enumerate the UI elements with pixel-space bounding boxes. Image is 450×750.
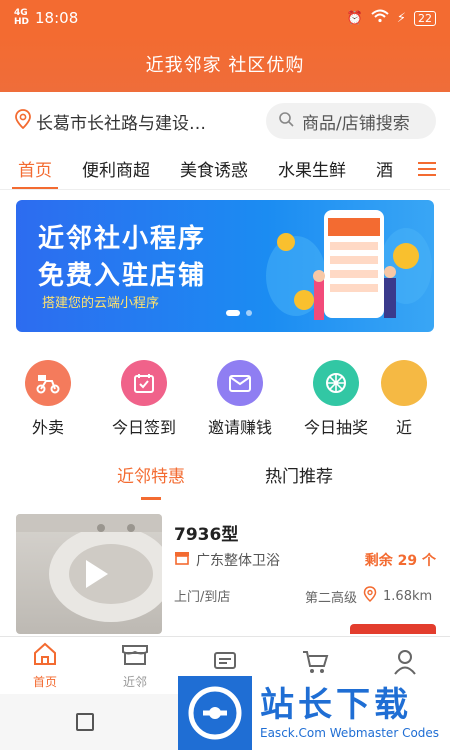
watermark-subtitle: Easck.Com Webmaster Codes (260, 726, 440, 740)
quick-action-label: 邀请赚钱 (207, 418, 272, 437)
banner-subheadline: 免费入驻店铺 (38, 261, 207, 291)
promo-banner[interactable]: 近邻社小程序 免费入驻店铺 搭建您的云端小程序 (16, 200, 434, 332)
tab-label: 便利商超 (82, 161, 150, 181)
tab-label: 首页 (18, 161, 52, 181)
quick-action-takeout[interactable]: 外卖 (0, 360, 96, 440)
quick-action-label: 今日抽奖 (303, 418, 368, 437)
tab-label: 近邻特惠 (117, 467, 185, 487)
nav-label: 近邻 (122, 674, 147, 689)
tab-nearby-deals[interactable]: 近邻特惠 (117, 462, 185, 500)
calendar-check-icon (121, 360, 167, 406)
distance-value: 1.68km (383, 588, 433, 604)
tab-label: 水果生鲜 (278, 161, 346, 181)
shop-info[interactable]: 广东整体卫浴 (174, 550, 280, 570)
search-placeholder: 商品/店铺搜索 (302, 113, 410, 134)
nearby-icon (381, 360, 427, 406)
feed-tabs: 近邻特惠 热门推荐 (0, 462, 450, 500)
store-icon (121, 642, 149, 669)
location-search-row: 长葛市长社路与建设… 商品/店铺搜索 (0, 98, 450, 144)
tab-hot-picks[interactable]: 热门推荐 (265, 462, 333, 500)
lottery-wheel-icon (313, 360, 359, 406)
message-icon (212, 650, 238, 677)
distance-info: 第二高级 1.68km (305, 586, 432, 606)
quick-action-invite[interactable]: 邀请赚钱 (192, 360, 288, 440)
quick-action-lottery[interactable]: 今日抽奖 (288, 360, 384, 440)
delivery-mode: 上门/到店 (174, 590, 231, 605)
location-pin-icon (363, 586, 377, 606)
product-video-thumbnail[interactable] (16, 514, 162, 634)
wifi-icon (371, 9, 389, 27)
tab-home[interactable]: 首页 (12, 148, 58, 189)
quick-action-label: 近 (395, 418, 412, 437)
quick-action-nearby[interactable]: 近 (381, 360, 427, 440)
tab-fresh-fruit[interactable]: 水果生鲜 (278, 148, 346, 189)
home-icon (32, 642, 58, 669)
buy-button[interactable] (350, 624, 436, 634)
level-label: 第二高级 (305, 590, 358, 606)
banner-headline: 近邻社小程序 (38, 224, 207, 254)
scooter-icon (25, 360, 71, 406)
quick-action-label: 外卖 (31, 418, 64, 437)
tab-food[interactable]: 美食诱惑 (180, 148, 248, 189)
stock-remaining: 剩余 29 个 (364, 553, 436, 569)
quick-actions: 外卖 今日签到 邀请赚钱 今日抽奖 近 (0, 360, 450, 440)
network-indicator: 4G HD (14, 8, 30, 27)
envelope-icon (217, 360, 263, 406)
status-bar: 4G HD 18:08 ⏰ ⚡ 22 (0, 0, 450, 36)
shop-name: 广东整体卫浴 (196, 553, 280, 569)
category-tabs: 首页 便利商超 美食诱惑 水果生鲜 酒 (0, 148, 450, 190)
tab-label: 热门推荐 (265, 467, 333, 487)
watermark: 站长下载 Easck.Com Webmaster Codes (178, 676, 450, 750)
search-icon (278, 111, 294, 132)
tab-label: 美食诱惑 (180, 161, 248, 181)
alarm-icon: ⏰ (346, 10, 363, 26)
cart-icon (301, 649, 329, 678)
play-icon[interactable] (74, 554, 114, 594)
user-icon (393, 649, 417, 678)
quick-action-label: 今日签到 (111, 418, 176, 437)
banner-pagination (226, 310, 252, 316)
product-name: 7936型 (174, 525, 239, 545)
quick-action-checkin[interactable]: 今日签到 (96, 360, 192, 440)
battery-indicator: 22 (414, 10, 436, 26)
banner-illustration (266, 210, 432, 320)
location-text: 长葛市长社路与建设… (36, 113, 206, 134)
tab-label: 酒 (376, 161, 393, 181)
recent-apps-icon[interactable] (76, 713, 94, 731)
tab-wine[interactable]: 酒 (376, 148, 393, 189)
store-icon (174, 551, 190, 569)
nav-label: 首页 (32, 674, 57, 689)
status-time: 18:08 (35, 9, 79, 27)
location-pin-icon (14, 108, 32, 134)
page-title: 近我邻家 社区优购 (145, 55, 305, 76)
product-card[interactable]: 7936型 广东整体卫浴 剩余 29 个 上门/到店 第二高级 1.68km (0, 512, 450, 636)
watermark-logo (178, 676, 252, 750)
location-selector[interactable]: 长葛市长社路与建设… (14, 108, 206, 134)
app-header: 近我邻家 社区优购 (0, 36, 450, 92)
search-input[interactable]: 商品/店铺搜索 (266, 103, 436, 139)
nav-nearby[interactable]: 近邻 (90, 637, 180, 694)
banner-tagline: 搭建您的云端小程序 (42, 296, 160, 311)
category-menu-icon[interactable] (404, 148, 450, 189)
tab-convenience-store[interactable]: 便利商超 (82, 148, 150, 189)
watermark-title: 站长下载 (260, 685, 412, 725)
nav-home[interactable]: 首页 (0, 637, 90, 694)
status-icons: ⏰ ⚡ 22 (347, 9, 436, 27)
charging-icon: ⚡ (396, 10, 406, 26)
